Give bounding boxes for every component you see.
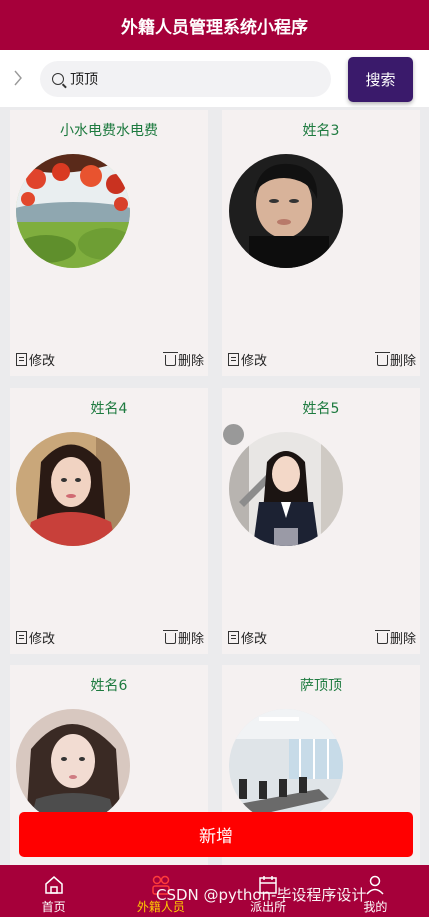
edit-label: 修改: [241, 632, 268, 647]
tab-label: 我的: [363, 900, 388, 914]
add-button[interactable]: 新增: [19, 812, 413, 857]
avatar[interactable]: [229, 709, 343, 823]
person-card[interactable]: 小水电费水电费 修改 删除: [10, 110, 208, 376]
delete-button[interactable]: 删除: [162, 628, 204, 647]
delete-button[interactable]: 删除: [162, 350, 204, 369]
edit-icon: [16, 631, 27, 644]
home-icon: [43, 874, 65, 896]
person-name: 姓名3: [302, 123, 340, 139]
user-icon: [364, 874, 386, 896]
person-name: 小水电费水电费: [60, 123, 158, 139]
trash-icon: [374, 352, 390, 366]
watermark: CSDN @python-毕设程序设计: [156, 886, 367, 904]
person-card[interactable]: 姓名3 修改 删除: [222, 110, 420, 376]
page-title: 外籍人员管理系统小程序: [121, 17, 308, 38]
person-name: 姓名5: [302, 401, 340, 417]
person-name: 萨顶顶: [300, 678, 342, 694]
person-card[interactable]: 姓名5 修改 删除: [222, 388, 420, 654]
card-actions: 修改 删除: [16, 628, 204, 647]
delete-button[interactable]: 删除: [374, 350, 416, 369]
edit-icon: [228, 631, 239, 644]
edit-label: 修改: [241, 354, 268, 369]
avatar[interactable]: [16, 154, 130, 268]
tab-label: 首页: [41, 900, 66, 914]
trash-icon: [162, 352, 178, 366]
edit-button[interactable]: 修改: [228, 628, 267, 647]
delete-label: 删除: [177, 632, 204, 647]
chevron-right-icon[interactable]: [12, 66, 24, 90]
delete-label: 删除: [389, 354, 416, 369]
delete-label: 删除: [177, 354, 204, 369]
floating-dot[interactable]: [223, 424, 244, 445]
edit-button[interactable]: 修改: [16, 350, 55, 369]
delete-label: 删除: [389, 632, 416, 647]
card-actions: 修改 删除: [16, 350, 204, 369]
search-bar: 搜索: [0, 50, 429, 107]
edit-icon: [228, 353, 239, 366]
tab-home[interactable]: 首页: [0, 865, 107, 917]
edit-button[interactable]: 修改: [16, 628, 55, 647]
person-name: 姓名6: [90, 678, 128, 694]
card-actions: 修改 删除: [228, 628, 416, 647]
delete-button[interactable]: 删除: [374, 628, 416, 647]
search-input[interactable]: [70, 71, 310, 87]
avatar[interactable]: [229, 432, 343, 546]
app-header: 外籍人员管理系统小程序: [0, 0, 429, 50]
edit-label: 修改: [29, 632, 56, 647]
trash-icon: [374, 630, 390, 644]
card-actions: 修改 删除: [228, 350, 416, 369]
search-button[interactable]: 搜索: [348, 57, 413, 102]
edit-icon: [16, 353, 27, 366]
person-card[interactable]: 姓名4 修改 删除: [10, 388, 208, 654]
edit-button[interactable]: 修改: [228, 350, 267, 369]
search-icon: [52, 73, 64, 85]
edit-label: 修改: [29, 354, 56, 369]
search-field[interactable]: [40, 61, 331, 97]
trash-icon: [162, 630, 178, 644]
avatar[interactable]: [16, 709, 130, 823]
avatar[interactable]: [229, 154, 343, 268]
person-name: 姓名4: [90, 401, 128, 417]
avatar[interactable]: [16, 432, 130, 546]
